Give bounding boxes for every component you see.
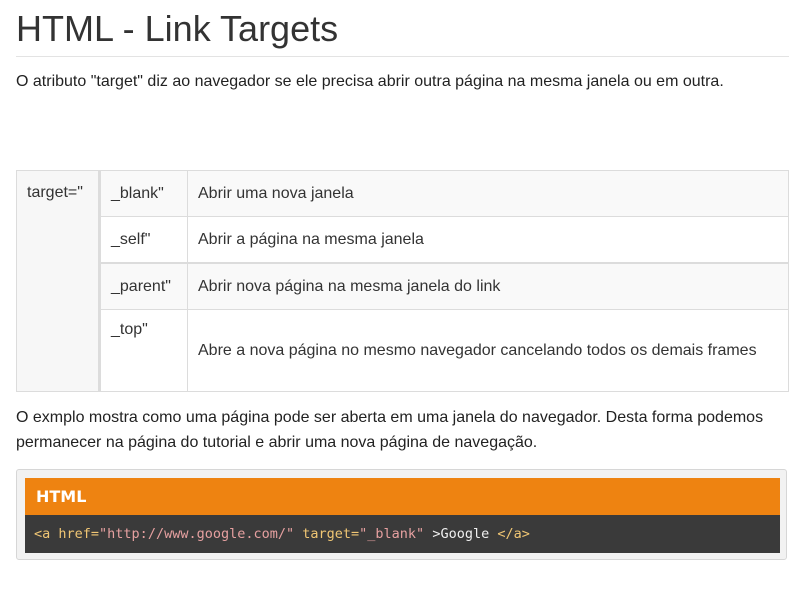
code-close-open: > <box>424 526 441 542</box>
code-example-box: HTML <a href="http://www.google.com/" ta… <box>16 469 787 560</box>
code-attr-target: target= <box>294 526 360 542</box>
title-divider <box>16 56 789 57</box>
table-row: _parent" Abrir nova página na mesma jane… <box>17 262 789 310</box>
target-desc-self: Abrir a página na mesma janela <box>187 216 789 264</box>
target-value-blank: _blank" <box>99 170 188 217</box>
code-header: HTML <box>25 478 780 515</box>
code-link-text: Google <box>440 526 490 542</box>
code-href-value: "http://www.google.com/" <box>99 526 295 542</box>
table-row: _top" Abre a nova página no mesmo navega… <box>17 309 789 392</box>
targets-table: target=" _blank" Abrir uma nova janela _… <box>16 170 789 392</box>
code-open-tag: <a <box>34 526 51 542</box>
target-value-parent: _parent" <box>99 262 188 310</box>
target-desc-top: Abre a nova página no mesmo navegador ca… <box>187 309 789 392</box>
example-paragraph: O exmplo mostra como uma página pode ser… <box>16 409 764 451</box>
code-body: <a href="http://www.google.com/" target=… <box>25 515 780 553</box>
target-desc-blank: Abrir uma nova janela <box>187 170 789 217</box>
page: HTML - Link Targets O atributo "target" … <box>0 0 807 592</box>
code-close-tag: </a> <box>489 526 530 542</box>
target-value-top: _top" <box>99 309 188 392</box>
code-attr-href: href= <box>50 526 100 542</box>
target-desc-parent: Abrir nova página na mesma janela do lin… <box>187 262 789 310</box>
intro-paragraph: O atributo "target" diz ao navegador se … <box>16 73 724 90</box>
page-title: HTML - Link Targets <box>16 8 339 49</box>
table-row: _self" Abrir a página na mesma janela <box>17 216 789 264</box>
target-value-self: _self" <box>99 216 188 264</box>
table-row: target=" _blank" Abrir uma nova janela <box>16 170 789 392</box>
code-target-value: "_blank" <box>359 526 425 542</box>
target-label-cell: target=" <box>16 170 101 392</box>
